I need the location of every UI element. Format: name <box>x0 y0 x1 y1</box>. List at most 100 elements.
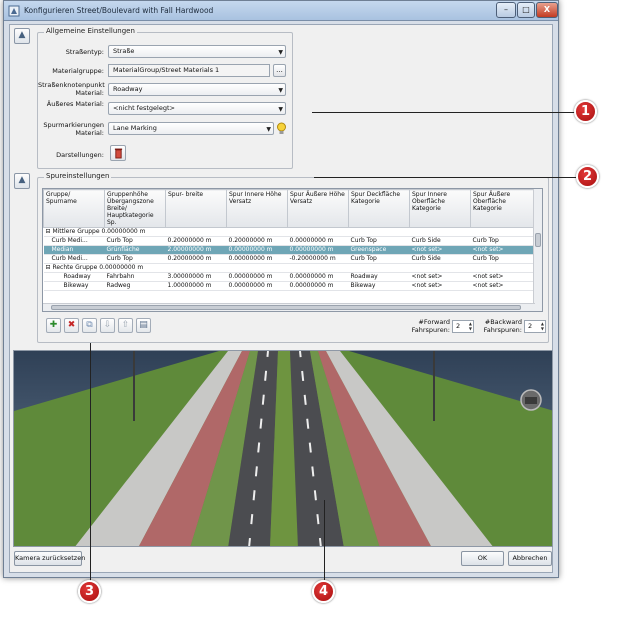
general-settings-group: Allgemeine Einstellungen Straßentyp: Str… <box>37 27 293 169</box>
group-row[interactable]: ⊟ Mittlere Gruppe 0.00000000 m <box>43 227 536 237</box>
table-cell: Bikeway <box>348 281 410 291</box>
forward-lanes-spinner[interactable]: 2 ▲ ▼ <box>452 320 474 333</box>
chevron-down-icon: ▼ <box>278 87 283 94</box>
cancel-button[interactable]: Abbrechen <box>508 551 552 566</box>
table-cell: Radweg <box>104 281 166 291</box>
copy-lane-button[interactable]: ⧉ <box>82 318 97 333</box>
title-bar[interactable]: Konfigurieren Street/Boulevard with Fall… <box>4 1 558 21</box>
table-cell: Curb Top <box>348 236 410 246</box>
spinner-arrows-icon[interactable]: ▲ ▼ <box>541 321 544 331</box>
delete-lane-button[interactable]: ✖ <box>64 318 79 333</box>
table-cell: Curb Top <box>470 236 536 246</box>
col-header[interactable]: Spur- breite <box>165 189 227 228</box>
scroll-thumb[interactable] <box>535 233 541 247</box>
copy-icon: ⧉ <box>86 320 93 330</box>
configure-dialog: Konfigurieren Street/Boulevard with Fall… <box>3 0 559 578</box>
callout-leader-4 <box>324 500 325 580</box>
materialgruppe-field[interactable]: MaterialGroup/Street Materials 1 <box>108 64 270 77</box>
table-cell: 0.00000000 m <box>226 254 288 264</box>
table-cell: Fahrbahn <box>104 272 166 282</box>
col-header[interactable]: Gruppe/ Spurname <box>43 189 105 228</box>
table-cell: <not set> <box>470 281 536 291</box>
reset-camera-button[interactable]: Kamera zurücksetzen <box>14 551 85 566</box>
maximize-button[interactable]: □ <box>517 2 535 18</box>
darstellungen-label: Darstellungen: <box>56 151 104 159</box>
table-cell: Roadway <box>43 272 105 282</box>
callout-3: 3 <box>78 580 101 603</box>
add-lane-button[interactable]: ✚ <box>46 318 61 333</box>
table-cell: 0.20000000 m <box>165 254 227 264</box>
col-header[interactable]: Spur Innere Oberfläche Kategorie <box>409 189 471 228</box>
table-cell: <not set> <box>409 272 471 282</box>
table-cell: -0.20000000 m <box>287 254 349 264</box>
table-cell: <not set> <box>470 272 536 282</box>
aeusseres-material-select[interactable]: <nicht festgelegt> ▼ <box>108 102 286 115</box>
table-cell: Curb Side <box>409 236 471 246</box>
3d-preview-viewport[interactable] <box>13 350 553 547</box>
move-down-button[interactable]: ⇩ <box>100 318 115 333</box>
properties-button[interactable]: ▤ <box>136 318 151 333</box>
scroll-thumb[interactable] <box>51 305 521 310</box>
group-height: 0.00000000 m <box>99 264 144 271</box>
collapse-general-button[interactable]: ▲ <box>14 28 30 44</box>
trash-icon <box>114 148 122 159</box>
knotenpunkt-label: Straßenknotenpunkt Material: <box>38 81 105 97</box>
document-icon: ▤ <box>139 320 148 330</box>
browse-material-button[interactable]: ... <box>273 64 286 77</box>
col-header[interactable]: Spur Deckfläche Kategorie <box>348 189 410 228</box>
move-up-button[interactable]: ⇧ <box>118 318 133 333</box>
camera-nav-icon[interactable] <box>519 388 543 412</box>
table-cell: Curb Medi... <box>43 254 105 264</box>
window-title: Konfigurieren Street/Boulevard with Fall… <box>24 6 214 15</box>
strassentyp-value: Straße <box>113 47 135 55</box>
forward-lanes-value: 2 <box>456 322 461 330</box>
vertical-scrollbar[interactable] <box>533 189 542 311</box>
aeusseres-material-value: <nicht festgelegt> <box>113 104 175 112</box>
callout-1: 1 <box>574 100 597 123</box>
table-cell: 2.00000000 m <box>165 245 227 255</box>
chevron-down-icon: ▼ <box>278 49 283 56</box>
callout-leader-1 <box>312 112 576 113</box>
spurmarkierung-select[interactable]: Lane Marking ▼ <box>108 122 274 135</box>
table-cell: Curb Medi... <box>43 236 105 246</box>
lightbulb-icon[interactable] <box>276 122 287 135</box>
ok-button[interactable]: OK <box>461 551 504 566</box>
table-cell: Curb Top <box>104 236 166 246</box>
col-header[interactable]: Gruppenhöhe Übergangszone Breite/ Hauptk… <box>104 189 166 228</box>
spurmarkierung-label: Spurmarkierungen Material: <box>43 121 104 137</box>
backward-lanes-spinner[interactable]: 2 ▲ ▼ <box>524 320 546 333</box>
table-row-selected[interactable]: Median Grünfläche 2.00000000 m 0.0000000… <box>43 245 536 255</box>
general-settings-title: Allgemeine Einstellungen <box>44 27 137 35</box>
darstellungen-button[interactable] <box>110 145 126 161</box>
table-row[interactable]: Curb Medi... Curb Top 0.20000000 m 0.000… <box>43 254 536 264</box>
col-header[interactable]: Spur Äußere Höhe Versatz <box>287 189 349 228</box>
table-cell: Roadway <box>348 272 410 282</box>
horizontal-scrollbar[interactable] <box>43 303 535 311</box>
col-header[interactable]: Spur Innere Höhe Versatz <box>226 189 288 228</box>
group-name: Mittlere Gruppe <box>52 228 100 235</box>
delete-icon: ✖ <box>67 320 76 330</box>
table-row[interactable]: Curb Medi... Curb Top 0.20000000 m 0.200… <box>43 236 536 246</box>
lanes-table[interactable]: Gruppe/ Spurname Gruppenhöhe Übergangszo… <box>42 188 543 312</box>
table-row[interactable]: Roadway Fahrbahn 3.00000000 m 0.00000000… <box>43 272 536 282</box>
group-name: Rechte Gruppe <box>52 264 98 271</box>
minimize-button[interactable]: – <box>496 2 516 18</box>
close-button[interactable]: X <box>536 2 558 18</box>
table-cell: Curb Side <box>409 254 471 264</box>
chevron-down-icon: ▼ <box>266 126 271 133</box>
table-cell: Bikeway <box>43 281 105 291</box>
collapse-lanes-button[interactable]: ▲ <box>14 173 30 189</box>
table-cell: Median <box>43 245 105 255</box>
col-header[interactable]: Spur Äußere Oberfläche Kategorie <box>470 189 536 228</box>
table-row[interactable]: Bikeway Radweg 1.00000000 m 0.00000000 m… <box>43 281 536 291</box>
spinner-arrows-icon[interactable]: ▲ ▼ <box>469 321 472 331</box>
strassentyp-label: Straßentyp: <box>65 48 104 56</box>
lane-settings-title: Spureinstellungen <box>44 172 112 180</box>
knotenpunkt-select[interactable]: Roadway ▼ <box>108 83 286 96</box>
group-row[interactable]: ⊟ Rechte Gruppe 0.00000000 m <box>43 263 536 273</box>
table-cell: 3.00000000 m <box>165 272 227 282</box>
strassentyp-select[interactable]: Straße ▼ <box>108 45 286 58</box>
street-preview-render <box>14 351 552 546</box>
table-cell: <not set> <box>409 245 471 255</box>
app-icon <box>8 5 20 17</box>
